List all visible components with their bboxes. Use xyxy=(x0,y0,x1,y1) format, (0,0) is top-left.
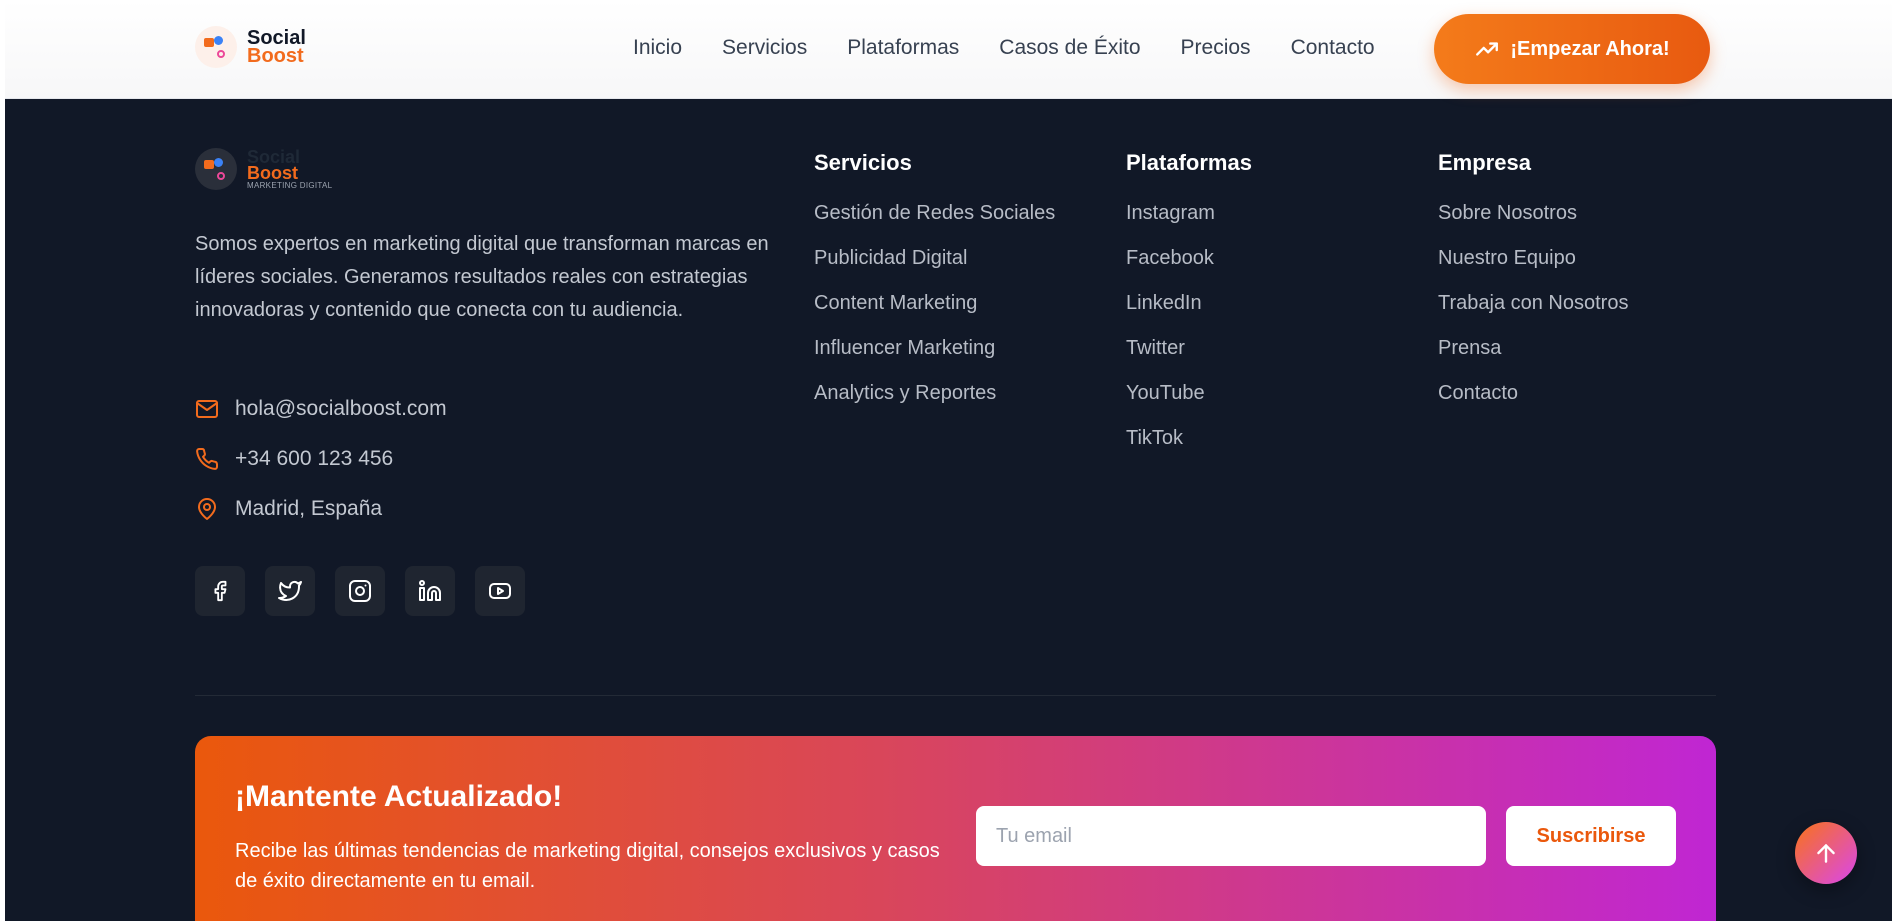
footer-logo: Social Boost MARKETING DIGITAL xyxy=(195,148,332,190)
nav-inicio[interactable]: Inicio xyxy=(633,36,682,60)
contact-location-text: Madrid, España xyxy=(235,497,383,520)
contact-phone-text: +34 600 123 456 xyxy=(235,447,394,470)
logo-icon xyxy=(195,26,237,68)
contact-location: Madrid, España xyxy=(195,497,382,521)
page: Social Boost Inicio Servicios Plataforma… xyxy=(5,0,1892,921)
site-header: Social Boost Inicio Servicios Plataforma… xyxy=(5,0,1892,98)
footer-link[interactable]: Analytics y Reportes xyxy=(814,382,1055,427)
start-now-button[interactable]: ¡Empezar Ahora! xyxy=(1434,14,1710,84)
header-logo[interactable]: Social Boost xyxy=(195,26,306,68)
footer-description: Somos expertos en marketing digital que … xyxy=(195,233,769,321)
footer-link[interactable]: TikTok xyxy=(1126,427,1252,472)
newsletter-email-input[interactable] xyxy=(976,806,1486,866)
footer-col-plataformas: Plataformas Instagram Facebook LinkedIn … xyxy=(1126,150,1252,472)
footer-link[interactable]: LinkedIn xyxy=(1126,292,1252,337)
footer-link[interactable]: Facebook xyxy=(1126,247,1252,292)
facebook-icon xyxy=(214,580,227,602)
footer-link[interactable]: Sobre Nosotros xyxy=(1438,202,1628,247)
youtube-icon xyxy=(489,583,511,599)
map-pin-icon xyxy=(198,498,216,520)
newsletter-title: ¡Mantente Actualizado! xyxy=(235,780,563,813)
footer-link[interactable]: Gestión de Redes Sociales xyxy=(814,202,1055,247)
social-instagram[interactable] xyxy=(335,566,385,616)
mail-icon xyxy=(196,400,218,418)
social-linkedin[interactable] xyxy=(405,566,455,616)
footer-link[interactable]: Publicidad Digital xyxy=(814,247,1055,292)
phone-icon xyxy=(196,447,219,470)
nav-plataformas[interactable]: Plataformas xyxy=(847,36,959,60)
footer-link[interactable]: Twitter xyxy=(1126,337,1252,382)
contact-phone[interactable]: +34 600 123 456 xyxy=(195,447,393,471)
footer-divider xyxy=(195,695,1716,696)
logo-text-boost: Boost xyxy=(247,45,304,67)
contact-email[interactable]: hola@socialboost.com xyxy=(195,397,447,421)
main-nav: Inicio Servicios Plataformas Casos de Éx… xyxy=(633,36,1415,60)
subscribe-button[interactable]: Suscribirse xyxy=(1506,806,1676,866)
footer-link[interactable]: Prensa xyxy=(1438,337,1628,382)
footer-col-servicios-title: Servicios xyxy=(814,150,912,175)
footer-link[interactable]: Influencer Marketing xyxy=(814,337,1055,382)
footer-link[interactable]: Content Marketing xyxy=(814,292,1055,337)
trending-up-icon xyxy=(1476,42,1499,56)
newsletter-card: ¡Mantente Actualizado! Recibe las última… xyxy=(195,736,1716,921)
nav-servicios[interactable]: Servicios xyxy=(722,36,807,60)
footer-logo-icon xyxy=(195,148,237,190)
social-twitter[interactable] xyxy=(265,566,315,616)
nav-precios[interactable]: Precios xyxy=(1181,36,1251,60)
nav-casos-de-exito[interactable]: Casos de Éxito xyxy=(999,36,1140,60)
footer-link[interactable]: Nuestro Equipo xyxy=(1438,247,1628,292)
newsletter-text: Recibe las últimas tendencias de marketi… xyxy=(235,840,940,892)
footer-link[interactable]: Contacto xyxy=(1438,382,1628,427)
footer-col-empresa: Empresa Sobre Nosotros Nuestro Equipo Tr… xyxy=(1438,150,1628,427)
social-facebook[interactable] xyxy=(195,566,245,616)
social-youtube[interactable] xyxy=(475,566,525,616)
twitter-icon xyxy=(278,581,302,601)
footer-link[interactable]: YouTube xyxy=(1126,382,1252,427)
footer-col-empresa-title: Empresa xyxy=(1438,150,1531,175)
contact-email-text: hola@socialboost.com xyxy=(235,397,447,420)
instagram-icon xyxy=(349,580,371,602)
footer-col-plataformas-title: Plataformas xyxy=(1126,150,1252,175)
nav-contacto[interactable]: Contacto xyxy=(1291,36,1375,60)
footer-link[interactable]: Trabaja con Nosotros xyxy=(1438,292,1628,337)
linkedin-icon xyxy=(419,580,441,601)
footer-logo-boost: Boost xyxy=(247,162,298,183)
footer-col-servicios: Servicios Gestión de Redes Sociales Publ… xyxy=(814,150,1055,427)
scroll-to-top-button[interactable] xyxy=(1795,822,1857,884)
arrow-up-icon xyxy=(1817,844,1835,863)
footer-logo-tagline: MARKETING DIGITAL xyxy=(247,180,333,190)
social-links xyxy=(195,566,545,616)
start-now-label: ¡Empezar Ahora! xyxy=(1510,37,1670,60)
footer-link[interactable]: Instagram xyxy=(1126,202,1252,247)
